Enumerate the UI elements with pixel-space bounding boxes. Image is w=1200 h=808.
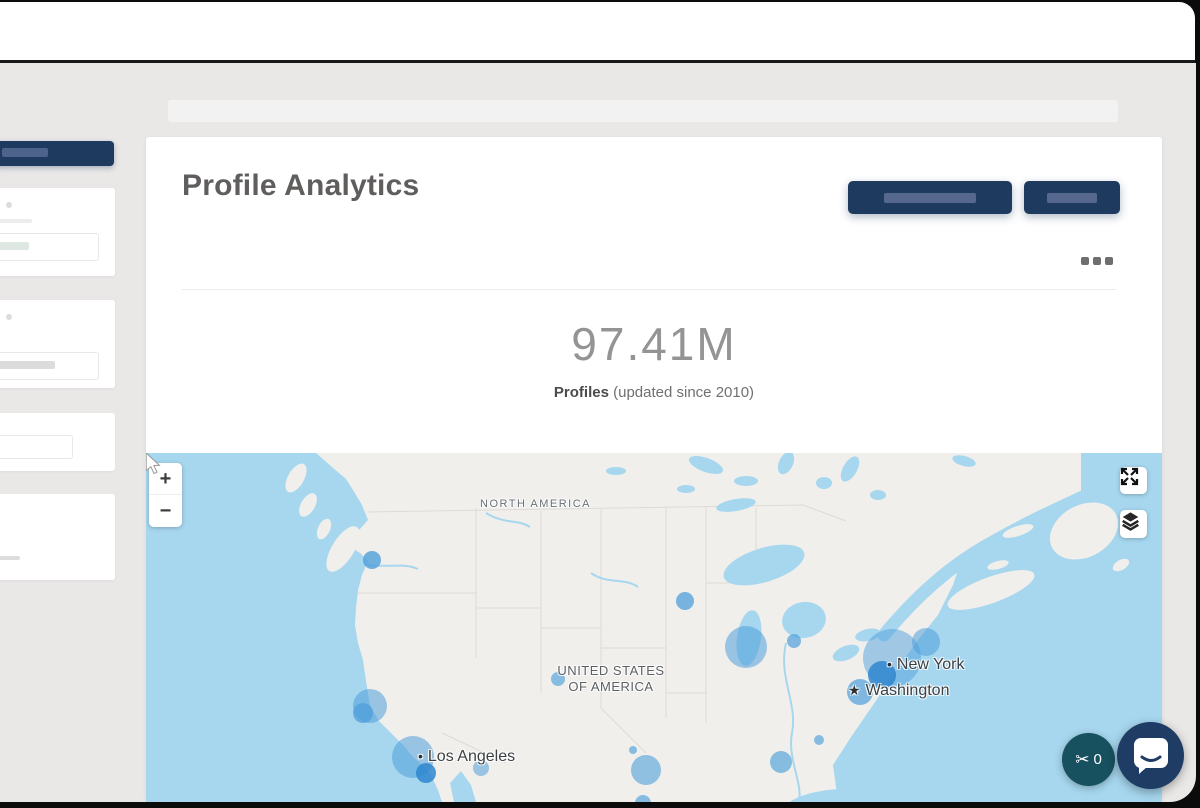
header-primary-button[interactable] (848, 181, 1012, 214)
map-canvas[interactable]: NORTH AMERICA UNITED STATES OF AMERICA •… (146, 453, 1162, 802)
profile-analytics-card: Profile Analytics 97.41M Profiles (updat… (146, 137, 1162, 802)
city-dot-icon: • (887, 656, 892, 672)
map-bubble[interactable] (814, 735, 824, 745)
sidebar-card (0, 494, 115, 580)
profiles-label-bold: Profiles (553, 384, 609, 401)
button-label-placeholder (884, 192, 976, 203)
zoom-in-button[interactable]: + (149, 463, 182, 495)
layers-button[interactable] (1120, 510, 1147, 538)
map-bubble[interactable] (912, 628, 940, 656)
expand-arrows-icon (1120, 467, 1139, 486)
sidebar-input[interactable] (0, 435, 73, 459)
map-city-label: • Los Angeles (418, 748, 515, 766)
map-bubble[interactable] (676, 592, 694, 610)
placeholder-line (0, 219, 32, 223)
overflow-menu-icon[interactable] (1081, 257, 1113, 265)
capital-star-icon: ★ (848, 682, 861, 698)
browser-chrome (0, 2, 1195, 63)
profiles-label-rest: (updated since 2010) (608, 384, 755, 401)
placeholder-dot (6, 314, 12, 320)
map-bubble[interactable] (353, 703, 373, 723)
sidebar-input[interactable] (0, 352, 99, 380)
chat-bubble-icon (1133, 737, 1168, 774)
button-label-placeholder (2, 148, 48, 157)
city-name: New York (896, 656, 965, 673)
placeholder-dot (6, 202, 12, 208)
map-bubble[interactable] (631, 755, 661, 785)
map-city-label: ★ Washington (848, 682, 949, 700)
map-bubble[interactable] (363, 551, 381, 569)
input-value-placeholder (0, 361, 55, 369)
layers-icon (1122, 512, 1139, 531)
placeholder-line (0, 556, 20, 560)
page-title: Profile Analytics (182, 169, 420, 202)
map-bubble[interactable] (770, 751, 792, 773)
sidebar-primary-button[interactable] (0, 141, 114, 166)
city-dot-icon: • (418, 748, 423, 764)
chat-launcher-button[interactable] (1117, 722, 1184, 789)
profiles-count-label: Profiles (updated since 2010) (146, 384, 1162, 401)
clipboard-counter-button[interactable]: ✂ 0 (1062, 733, 1115, 786)
city-name: Washington (865, 682, 950, 699)
input-value-placeholder (0, 242, 29, 250)
map-bubble[interactable] (787, 634, 801, 648)
sidebar-input[interactable] (0, 233, 99, 261)
sidebar-card (0, 413, 115, 471)
toolbar-placeholder (168, 100, 1118, 122)
clip-count: 0 (1093, 751, 1102, 768)
map-bubble[interactable] (725, 626, 767, 668)
map-bubble[interactable] (416, 763, 436, 783)
profiles-count: 97.41M (571, 318, 737, 370)
sidebar-card (0, 188, 115, 276)
zoom-out-button[interactable]: − (149, 495, 182, 527)
header-divider (182, 289, 1116, 290)
scissors-icon: ✂ (1075, 749, 1090, 769)
header-secondary-button[interactable] (1024, 181, 1120, 214)
basemap (146, 453, 1162, 802)
map-label-usa: UNITED STATES OF AMERICA (557, 663, 665, 694)
fullscreen-button[interactable] (1120, 467, 1147, 494)
map-bubble[interactable] (629, 746, 637, 754)
city-name: Los Angeles (427, 748, 516, 765)
button-label-placeholder (1047, 192, 1097, 203)
map-city-label: • New York (887, 656, 965, 674)
map-label-north-america: NORTH AMERICA (480, 498, 591, 510)
sidebar-card (0, 300, 115, 388)
app-workspace: Profile Analytics 97.41M Profiles (updat… (0, 63, 1196, 802)
map-zoom-control: + − (149, 463, 182, 527)
